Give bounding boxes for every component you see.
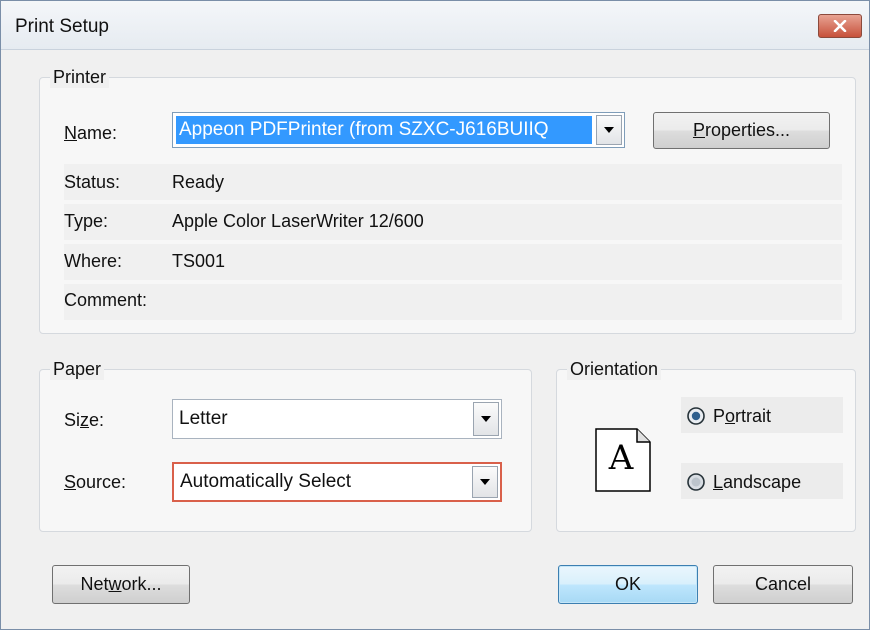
- type-value: Apple Color LaserWriter 12/600: [172, 211, 424, 231]
- print-setup-dialog: Print Setup Printer Name: Appeon PDFPrin…: [0, 0, 870, 630]
- source-label: Source:: [64, 472, 127, 492]
- landscape-radio[interactable]: Landscape: [687, 472, 837, 494]
- close-button[interactable]: [818, 14, 862, 38]
- paper-size-select[interactable]: Letter: [172, 399, 502, 439]
- properties-button-label: Properties...: [692, 120, 791, 140]
- paper-size-value: Letter: [179, 408, 228, 429]
- paper-size-dropdown-button[interactable]: [473, 402, 499, 436]
- paper-group-label: Paper: [50, 359, 105, 380]
- landscape-label: Landscape: [713, 472, 802, 492]
- size-label: Size:: [64, 410, 105, 430]
- paper-group: Paper: [39, 359, 532, 532]
- name-label: Name:: [64, 123, 118, 143]
- network-button-label: Network...: [80, 574, 162, 594]
- printer-name-dropdown-button[interactable]: [596, 115, 622, 145]
- chevron-down-icon: [480, 479, 490, 485]
- ok-button[interactable]: OK: [558, 565, 698, 604]
- type-label: Type:: [64, 211, 109, 231]
- title-bar: Print Setup: [1, 1, 869, 50]
- paper-source-value: Automatically Select: [180, 471, 352, 492]
- portrait-radio[interactable]: Portrait: [687, 406, 837, 428]
- orientation-group-label: Orientation: [567, 359, 662, 380]
- ok-button-label: OK: [614, 574, 641, 594]
- printer-group-label: Printer: [50, 67, 110, 88]
- printer-name-select[interactable]: Appeon PDFPrinter (from SZXC-J616BUIIQ: [172, 112, 625, 148]
- paper-source-dropdown-button[interactable]: [472, 466, 498, 498]
- where-label: Where:: [64, 251, 123, 271]
- status-value: Ready: [172, 172, 225, 192]
- close-icon: [833, 20, 847, 32]
- cancel-button-label: Cancel: [754, 574, 812, 594]
- status-label: Status:: [64, 172, 121, 192]
- printer-name-value: Appeon PDFPrinter (from SZXC-J616BUIIQ: [179, 119, 549, 140]
- cancel-button[interactable]: Cancel: [713, 565, 853, 604]
- radio-selected-icon: [687, 407, 705, 425]
- properties-button[interactable]: Properties...: [653, 112, 830, 149]
- window-title: Print Setup: [15, 16, 109, 37]
- chevron-down-icon: [481, 416, 491, 422]
- where-value: TS001: [172, 251, 226, 271]
- page-icon-letter: A: [608, 438, 634, 478]
- paper-source-select[interactable]: Automatically Select: [172, 462, 502, 502]
- radio-unselected-icon: [687, 473, 705, 491]
- comment-label: Comment:: [64, 290, 148, 310]
- chevron-down-icon: [604, 127, 614, 133]
- page-orientation-icon: A: [595, 428, 651, 492]
- portrait-label: Portrait: [713, 406, 772, 426]
- network-button[interactable]: Network...: [52, 565, 190, 604]
- comment-row: [64, 284, 842, 320]
